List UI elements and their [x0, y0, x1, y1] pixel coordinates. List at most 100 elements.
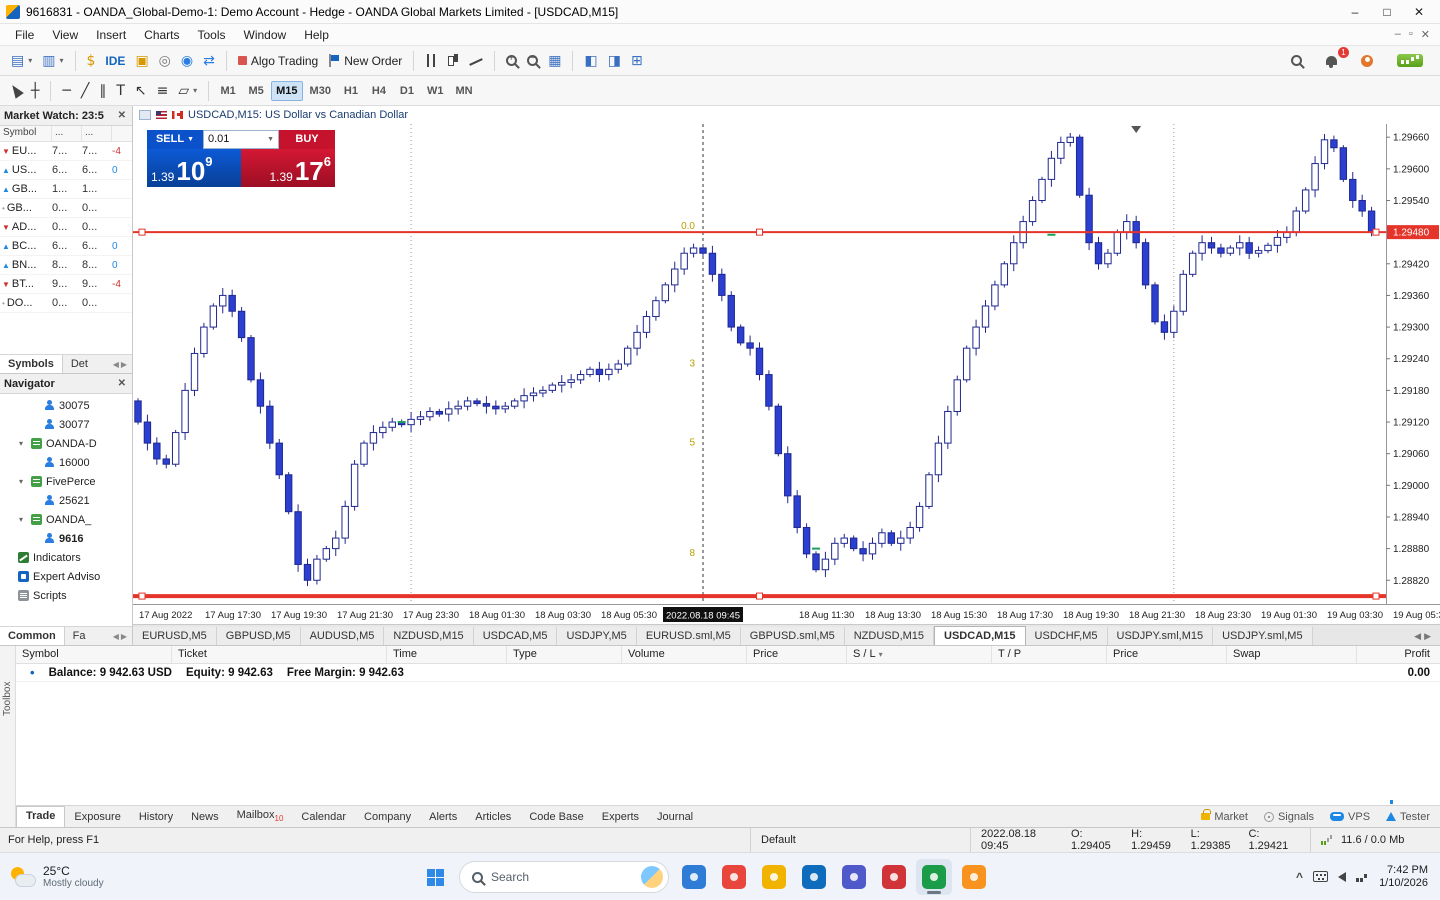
chart-tab-gbpusd-sml-m5[interactable]: GBPUSD.sml,M5: [740, 627, 845, 645]
sell-button[interactable]: SELL ▼: [147, 129, 203, 149]
chart-tab-usdcad-m5[interactable]: USDCAD,M5: [473, 627, 558, 645]
zoom-in-icon[interactable]: [501, 52, 522, 69]
navigator-item-25621[interactable]: 25621: [0, 491, 132, 510]
line-mode-icon[interactable]: [464, 52, 488, 70]
market-watch-row[interactable]: ▲ GB... 1... 1...: [0, 180, 132, 199]
signals-button[interactable]: Signals: [1263, 811, 1314, 823]
new-order-button[interactable]: New Order: [323, 51, 407, 71]
weather-widget[interactable]: 25°C Mostly cloudy: [0, 864, 104, 889]
navigator-item-30077[interactable]: 30077: [0, 415, 132, 434]
chart-window-icon[interactable]: ▤ ▾: [6, 51, 37, 71]
arrow-object-icon[interactable]: ↖: [130, 81, 152, 101]
toolbox-column-type[interactable]: Type: [507, 646, 622, 663]
market-watch-row[interactable]: ▲ BN... 8... 8... 0: [0, 256, 132, 275]
taskbar-chrome-icon[interactable]: [716, 859, 752, 895]
menu-charts[interactable]: Charts: [135, 26, 188, 44]
market-watch-column[interactable]: ...: [82, 126, 112, 141]
toolbox-tab-company[interactable]: Company: [355, 808, 420, 826]
mdi-minimize-icon[interactable]: –: [1395, 28, 1401, 41]
hidden-icons-chevron[interactable]: ^: [1296, 870, 1303, 884]
navigator-item-indicators[interactable]: Indicators: [0, 548, 132, 567]
market-watch-column[interactable]: ...: [52, 126, 82, 141]
chart-tab-usdjpy-sml-m15[interactable]: USDJPY.sml,M15: [1107, 627, 1214, 645]
profile-selector[interactable]: Default: [750, 828, 970, 852]
deposit-icon[interactable]: $: [82, 51, 101, 71]
chart-tab-gbpusd-m5[interactable]: GBPUSD,M5: [216, 627, 301, 645]
navigator-item-fiveperce[interactable]: ▾ FivePerce: [0, 472, 132, 491]
start-button[interactable]: [418, 860, 452, 894]
buy-button[interactable]: BUY: [279, 129, 335, 149]
toolbox-tab-history[interactable]: History: [130, 808, 182, 826]
taskbar-store-icon[interactable]: [796, 859, 832, 895]
clock-widget[interactable]: 7:42 PM 1/10/2026: [1379, 864, 1428, 890]
algo-trading-button[interactable]: Algo Trading: [233, 51, 323, 71]
market-watch-column[interactable]: Symbol: [0, 126, 52, 141]
navigator-item-9616[interactable]: 9616: [0, 529, 132, 548]
objects-icon[interactable]: ▱ ▾: [173, 81, 202, 101]
bars-mode-icon[interactable]: [420, 51, 442, 70]
navigator-tab-fa[interactable]: Fa: [65, 627, 94, 645]
timeframe-m5[interactable]: M5: [243, 81, 269, 101]
close-button[interactable]: ✕: [1404, 5, 1434, 19]
taskbar-explorer-icon[interactable]: [756, 859, 792, 895]
sell-price[interactable]: 1.39 10 9: [147, 148, 241, 187]
trendline-icon[interactable]: ╱: [76, 81, 94, 101]
taskbar-search[interactable]: Search: [459, 861, 669, 893]
taskbar-media-icon[interactable]: [876, 859, 912, 895]
menu-insert[interactable]: Insert: [87, 26, 135, 44]
menu-file[interactable]: File: [6, 26, 43, 44]
expanded-caret-icon[interactable]: ▾: [19, 515, 27, 524]
toolbox-tab-experts[interactable]: Experts: [593, 808, 648, 826]
tile-windows-icon[interactable]: ▦: [543, 51, 566, 71]
network-tray-icon[interactable]: [1356, 871, 1369, 882]
dock-window-icon[interactable]: ⊞: [626, 51, 648, 71]
market-watch-row[interactable]: ▼ AD... 0... 0...: [0, 218, 132, 237]
menu-tools[interactable]: Tools: [189, 26, 235, 44]
market-watch-row[interactable]: • GB... 0... 0...: [0, 199, 132, 218]
text-label-icon[interactable]: T: [111, 81, 130, 101]
taskbar-browser-icon[interactable]: [956, 859, 992, 895]
toolbox-column-ticket[interactable]: Ticket: [172, 646, 387, 663]
menu-help[interactable]: Help: [295, 26, 338, 44]
market-watch-tab-det[interactable]: Det: [63, 355, 96, 373]
chart-tab-nzdusd-m15[interactable]: NZDUSD,M15: [384, 627, 474, 645]
mdi-restore-icon[interactable]: ▫: [1409, 28, 1413, 41]
timeframe-h1[interactable]: H1: [338, 81, 364, 101]
arrange-right-icon[interactable]: ◨: [603, 51, 626, 71]
toolbox-column-swap[interactable]: Swap: [1227, 646, 1357, 663]
sync-icon[interactable]: ⇄: [198, 51, 220, 71]
toolbox-column-profit[interactable]: Profit: [1357, 646, 1440, 663]
toolbox-tab-exposure[interactable]: Exposure: [65, 808, 129, 826]
taskbar-metatrader-icon[interactable]: [916, 859, 952, 895]
zoom-out-icon[interactable]: [522, 52, 543, 69]
toolbox-tab-journal[interactable]: Journal: [648, 808, 702, 826]
mql5-web-icon[interactable]: ◉: [176, 51, 198, 71]
channel-icon[interactable]: ∥: [94, 81, 111, 101]
timeframe-mn[interactable]: MN: [450, 81, 477, 101]
chart-tab-usdchf-m5[interactable]: USDCHF,M5: [1025, 627, 1108, 645]
menu-view[interactable]: View: [43, 26, 87, 44]
toolbox-tab-mailbox[interactable]: Mailbox10: [228, 806, 293, 826]
timeframe-d1[interactable]: D1: [394, 81, 420, 101]
toolbox-tab-articles[interactable]: Articles: [466, 808, 520, 826]
market-watch-row[interactable]: ▲ BC... 6... 6... 0: [0, 237, 132, 256]
market-watch-tab-symbols[interactable]: Symbols: [0, 355, 63, 373]
toolbox-tab-news[interactable]: News: [182, 808, 228, 826]
search-icon[interactable]: [1286, 52, 1307, 69]
lines-group-icon[interactable]: ≡: [152, 81, 174, 101]
timeframe-m1[interactable]: M1: [215, 81, 241, 101]
candles-mode-icon[interactable]: [442, 51, 464, 70]
timeframe-h4[interactable]: H4: [366, 81, 392, 101]
toolbox-side-strip[interactable]: Toolbox: [0, 646, 16, 827]
chart-tab-usdjpy-sml-m5[interactable]: USDJPY.sml,M5: [1213, 627, 1313, 645]
market-button[interactable]: Market: [1201, 809, 1248, 823]
toolbox-tab-trade[interactable]: Trade: [16, 806, 66, 827]
notifications-icon[interactable]: 1: [1321, 47, 1349, 68]
toolbox-column-volume[interactable]: Volume: [622, 646, 747, 663]
minimize-button[interactable]: –: [1340, 5, 1370, 19]
toolbox-tab-alerts[interactable]: Alerts: [420, 808, 466, 826]
timeframe-m15[interactable]: M15: [271, 80, 303, 101]
toolbox-column-price[interactable]: Price: [747, 646, 847, 663]
menu-window[interactable]: Window: [235, 26, 296, 44]
chart-tab-usdcad-m15[interactable]: USDCAD,M15: [934, 626, 1026, 645]
